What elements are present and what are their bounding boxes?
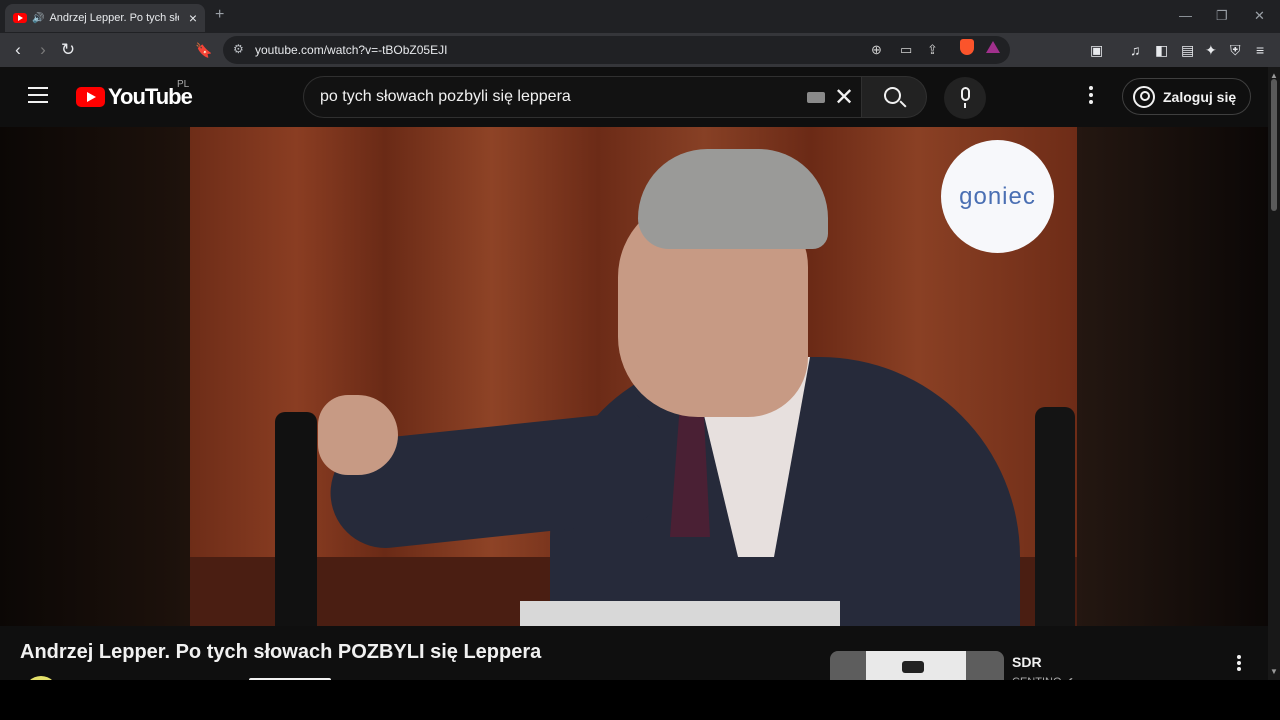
minimize-icon[interactable]: — xyxy=(1179,8,1192,23)
ambient-glow-left xyxy=(0,127,190,626)
leo-ai-icon[interactable]: ✦ xyxy=(1205,42,1217,59)
channel-watermark: goniec xyxy=(941,140,1054,253)
scroll-thumb[interactable] xyxy=(1271,79,1277,211)
bookmark-icon[interactable]: 🔖 xyxy=(194,40,214,60)
address-bar[interactable]: ⚙ youtube.com/watch?v=-tBObZ05EJI ⊕ ▭ ⇪ xyxy=(223,36,1010,64)
settings-menu-icon[interactable] xyxy=(1089,86,1095,107)
screen-bottom-edge xyxy=(0,680,1280,720)
close-tab-icon[interactable]: × xyxy=(189,10,197,26)
share-icon[interactable]: ⇪ xyxy=(927,42,938,58)
browser-menu-icon[interactable]: ≡ xyxy=(1256,42,1264,58)
url-text: youtube.com/watch?v=-tBObZ05EJI xyxy=(255,43,448,57)
media-icon[interactable]: ♫ xyxy=(1130,42,1141,58)
keyboard-icon[interactable] xyxy=(807,92,825,103)
cast-icon[interactable]: ▭ xyxy=(900,42,912,58)
youtube-favicon-icon xyxy=(13,13,27,23)
hamburger-menu-icon[interactable] xyxy=(28,87,48,103)
ambient-glow-right xyxy=(1077,127,1268,626)
sign-in-label: Zaloguj się xyxy=(1163,88,1237,105)
back-icon[interactable]: ‹ xyxy=(8,40,28,60)
vpn-icon[interactable]: ⛨ xyxy=(1230,42,1241,59)
browser-tab[interactable]: 🔊 Andrzej Lepper. Po tych słowach POZBYL… xyxy=(5,4,205,32)
video-title: Andrzej Lepper. Po tych słowach POZBYLI … xyxy=(20,641,542,663)
youtube-play-icon xyxy=(76,87,105,107)
search-query-text: po tych słowach pozbyli się leppera xyxy=(320,88,571,105)
reload-icon[interactable]: ↻ xyxy=(58,40,78,60)
account-icon xyxy=(1133,85,1155,108)
country-code: PL xyxy=(177,79,190,90)
voice-search-button[interactable] xyxy=(944,77,986,119)
youtube-header: YouTube PL po tych słowach pozbyli się l… xyxy=(0,67,1280,127)
recommended-video-title[interactable]: SDR xyxy=(1012,654,1042,670)
reader-mode-icon[interactable]: ▣ xyxy=(1090,42,1103,59)
brave-rewards-icon[interactable] xyxy=(986,41,1000,53)
audio-playing-icon[interactable]: 🔊 xyxy=(32,13,44,24)
site-settings-icon[interactable]: ⚙ xyxy=(233,42,244,56)
sidebar-icon[interactable]: ◧ xyxy=(1155,42,1168,59)
browser-toolbar: ‹ › ↻ 🔖 ⚙ youtube.com/watch?v=-tBObZ05EJ… xyxy=(0,33,1280,67)
browser-tab-bar: 🔊 Andrzej Lepper. Po tych słowach POZBYL… xyxy=(0,0,1280,33)
scroll-down-icon[interactable]: ▼ xyxy=(1270,667,1278,676)
zoom-icon[interactable]: ⊕ xyxy=(871,42,882,58)
microphone-icon xyxy=(961,87,970,101)
video-info: Andrzej Lepper. Po tych słowach POZBYLI … xyxy=(0,626,1268,710)
tab-title: Andrzej Lepper. Po tych słowach POZBYLI … xyxy=(49,12,179,24)
brave-shields-icon[interactable] xyxy=(960,39,974,55)
youtube-logo[interactable]: YouTube PL xyxy=(76,79,193,110)
forward-icon[interactable]: › xyxy=(33,40,53,60)
video-player[interactable]: goniec xyxy=(190,127,1077,626)
wallet-icon[interactable]: ▤ xyxy=(1181,42,1194,59)
clear-search-icon[interactable]: ✕ xyxy=(834,83,854,112)
restore-icon[interactable]: ❐ xyxy=(1216,8,1228,24)
window-close-icon[interactable]: ✕ xyxy=(1254,8,1265,24)
sign-in-button[interactable]: Zaloguj się xyxy=(1122,78,1251,115)
search-button[interactable] xyxy=(862,76,927,118)
recommended-video-menu-icon[interactable] xyxy=(1237,655,1241,673)
watermark-text: goniec xyxy=(959,182,1036,210)
search-input[interactable]: po tych słowach pozbyli się leppera ✕ xyxy=(303,76,862,118)
page-scrollbar[interactable]: ▲ ▼ xyxy=(1268,67,1280,680)
new-tab-icon[interactable]: + xyxy=(215,6,224,24)
